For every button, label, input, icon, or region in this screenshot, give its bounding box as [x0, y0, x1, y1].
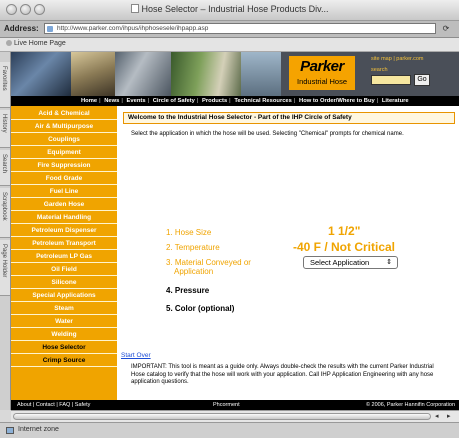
sidebar-item-petroleum-lp-gas[interactable]: Petroleum LP Gas: [11, 251, 117, 263]
side-tab-search[interactable]: Search: [0, 150, 10, 186]
page-footer: About | Contact | FAQ | Safety Phcorment…: [11, 400, 459, 410]
sidebar-item-material-handling[interactable]: Material Handling: [11, 212, 117, 224]
sidebar-item-acid-chemical[interactable]: Acid & Chemical: [11, 108, 117, 120]
nav-literature[interactable]: Literature: [382, 98, 409, 104]
sidebar-item-steam[interactable]: Steam: [11, 303, 117, 315]
nav-technical-resources[interactable]: Technical Resources: [234, 98, 292, 104]
search-label: search: [371, 67, 388, 73]
temperature-value: -40 F / Not Critical: [293, 240, 396, 254]
status-bar: Internet zone: [0, 422, 459, 438]
url-text: http://www.parker.com/ihpus/ihphosesele/…: [57, 25, 209, 32]
sidebar-item-garden-hose[interactable]: Garden Hose: [11, 199, 117, 211]
side-tab-scrapbook[interactable]: Scrapbook: [0, 188, 10, 238]
top-navigation: Home | News | Events | Circle of Safety | Pr…: [11, 96, 459, 106]
hose-size-value: 1 1/2": [328, 224, 361, 238]
sidebar-item-hose-selector[interactable]: Hose Selector: [11, 342, 117, 354]
status-text: Internet zone: [18, 426, 59, 433]
utility-links[interactable]: site map | parker.com: [371, 56, 423, 62]
sidebar-item-crimp-source[interactable]: Crimp Source: [11, 355, 117, 367]
sidebar-item-fire-suppression[interactable]: Fire Suppression: [11, 160, 117, 172]
internet-zone-icon: [6, 427, 14, 434]
sidebar-item-water[interactable]: Water: [11, 316, 117, 328]
nav-how-to-order[interactable]: How to Order/Where to Buy: [299, 98, 375, 104]
site-banner: Parker Industrial Hose site map | parker…: [11, 52, 459, 96]
hose-selector-panel: Welcome to the Industrial Hose Selector …: [121, 108, 457, 400]
go-arrow-icon[interactable]: ⟳: [440, 24, 452, 34]
application-select-value: Select Application: [310, 258, 370, 267]
step-color: 5. Color (optional): [166, 304, 235, 313]
url-input[interactable]: http://www.parker.com/ihpus/ihphosesele/…: [44, 23, 436, 34]
important-notice: IMPORTANT: This tool is meant as a guide…: [131, 364, 434, 385]
banner-photo: [171, 52, 241, 96]
sidebar-item-air-multipurpose[interactable]: Air & Multipurpose: [11, 121, 117, 133]
page-icon: [47, 26, 53, 32]
favorite-live-home-page[interactable]: Live Home Page: [6, 40, 66, 47]
step-material-conveyed: 3. Material Conveyed or: [166, 258, 251, 267]
start-over-link[interactable]: Start Over: [121, 352, 151, 359]
horizontal-scrollbar[interactable]: ◂ ▸: [11, 410, 459, 422]
address-label: Address:: [4, 24, 39, 33]
scrollbar-thumb[interactable]: [13, 413, 431, 420]
side-tab-favorites[interactable]: Favorites: [0, 62, 10, 108]
nav-circle-of-safety[interactable]: Circle of Safety: [153, 98, 195, 104]
banner-photo: [11, 52, 71, 96]
select-arrows-icon: ⇕: [386, 259, 392, 266]
banner-photo: [241, 52, 281, 96]
footer-links[interactable]: About | Contact | FAQ | Safety: [17, 400, 90, 410]
step-hose-size[interactable]: 1. Hose Size: [166, 228, 211, 237]
sidebar-item-fuel-line[interactable]: Fuel Line: [11, 186, 117, 198]
application-select[interactable]: Select Application ⇕: [303, 256, 398, 269]
sidebar-item-food-grade[interactable]: Food Grade: [11, 173, 117, 185]
side-tab-page-holder[interactable]: Page Holder: [0, 240, 10, 296]
site-search-input[interactable]: [371, 75, 411, 85]
page-title: Welcome to the Industrial Hose Selector …: [123, 112, 455, 124]
sidebar-item-welding[interactable]: Welding: [11, 329, 117, 341]
search-go-button[interactable]: Go: [414, 74, 430, 86]
sidebar-item-equipment[interactable]: Equipment: [11, 147, 117, 159]
favorites-bar: Live Home Page: [0, 38, 459, 52]
document-icon: [130, 4, 139, 13]
intro-text: Select the application in which the hose…: [131, 131, 404, 137]
sidebar-item-couplings[interactable]: Couplings: [11, 134, 117, 146]
sidebar-item-oil-field[interactable]: Oil Field: [11, 264, 117, 276]
nav-events[interactable]: Events: [127, 98, 146, 104]
web-page: Parker Industrial Hose site map | parker…: [11, 52, 459, 410]
step-pressure: 4. Pressure: [166, 286, 210, 295]
bookmark-icon: [6, 40, 12, 46]
scroll-left-arrow-icon[interactable]: ◂: [435, 412, 439, 420]
sidebar-item-silicone[interactable]: Silicone: [11, 277, 117, 289]
banner-photo: [115, 52, 171, 96]
scroll-right-arrow-icon[interactable]: ▸: [447, 412, 451, 420]
address-bar: Address: http://www.parker.com/ihpus/ihp…: [0, 21, 459, 38]
nav-products[interactable]: Products: [202, 98, 227, 104]
side-tab-history[interactable]: History: [0, 110, 10, 148]
banner-photo: [71, 52, 115, 96]
nav-home[interactable]: Home: [81, 98, 97, 104]
footer-middle: Phcorment: [213, 402, 240, 408]
window-titlebar: Hose Selector – Industrial Hose Products…: [0, 0, 459, 21]
sidebar-item-petroleum-transport[interactable]: Petroleum Transport: [11, 238, 117, 250]
sidebar-item-petroleum-dispenser[interactable]: Petroleum Dispenser: [11, 225, 117, 237]
step-material-application: Application: [174, 267, 214, 276]
sidebar-item-special-applications[interactable]: Special Applications: [11, 290, 117, 302]
nav-news[interactable]: News: [104, 98, 119, 104]
step-temperature[interactable]: 2. Temperature: [166, 243, 220, 252]
copyright: © 2006, Parker Hannifin Corporation: [365, 402, 455, 408]
category-sidebar: Acid & Chemical Air & Multipurpose Coupl…: [11, 106, 117, 400]
parker-logo[interactable]: Parker Industrial Hose: [289, 56, 355, 90]
explorer-side-tabs: Favorites History Search Scrapbook Page …: [0, 52, 11, 410]
window-title: Hose Selector – Industrial Hose Products…: [0, 4, 459, 14]
